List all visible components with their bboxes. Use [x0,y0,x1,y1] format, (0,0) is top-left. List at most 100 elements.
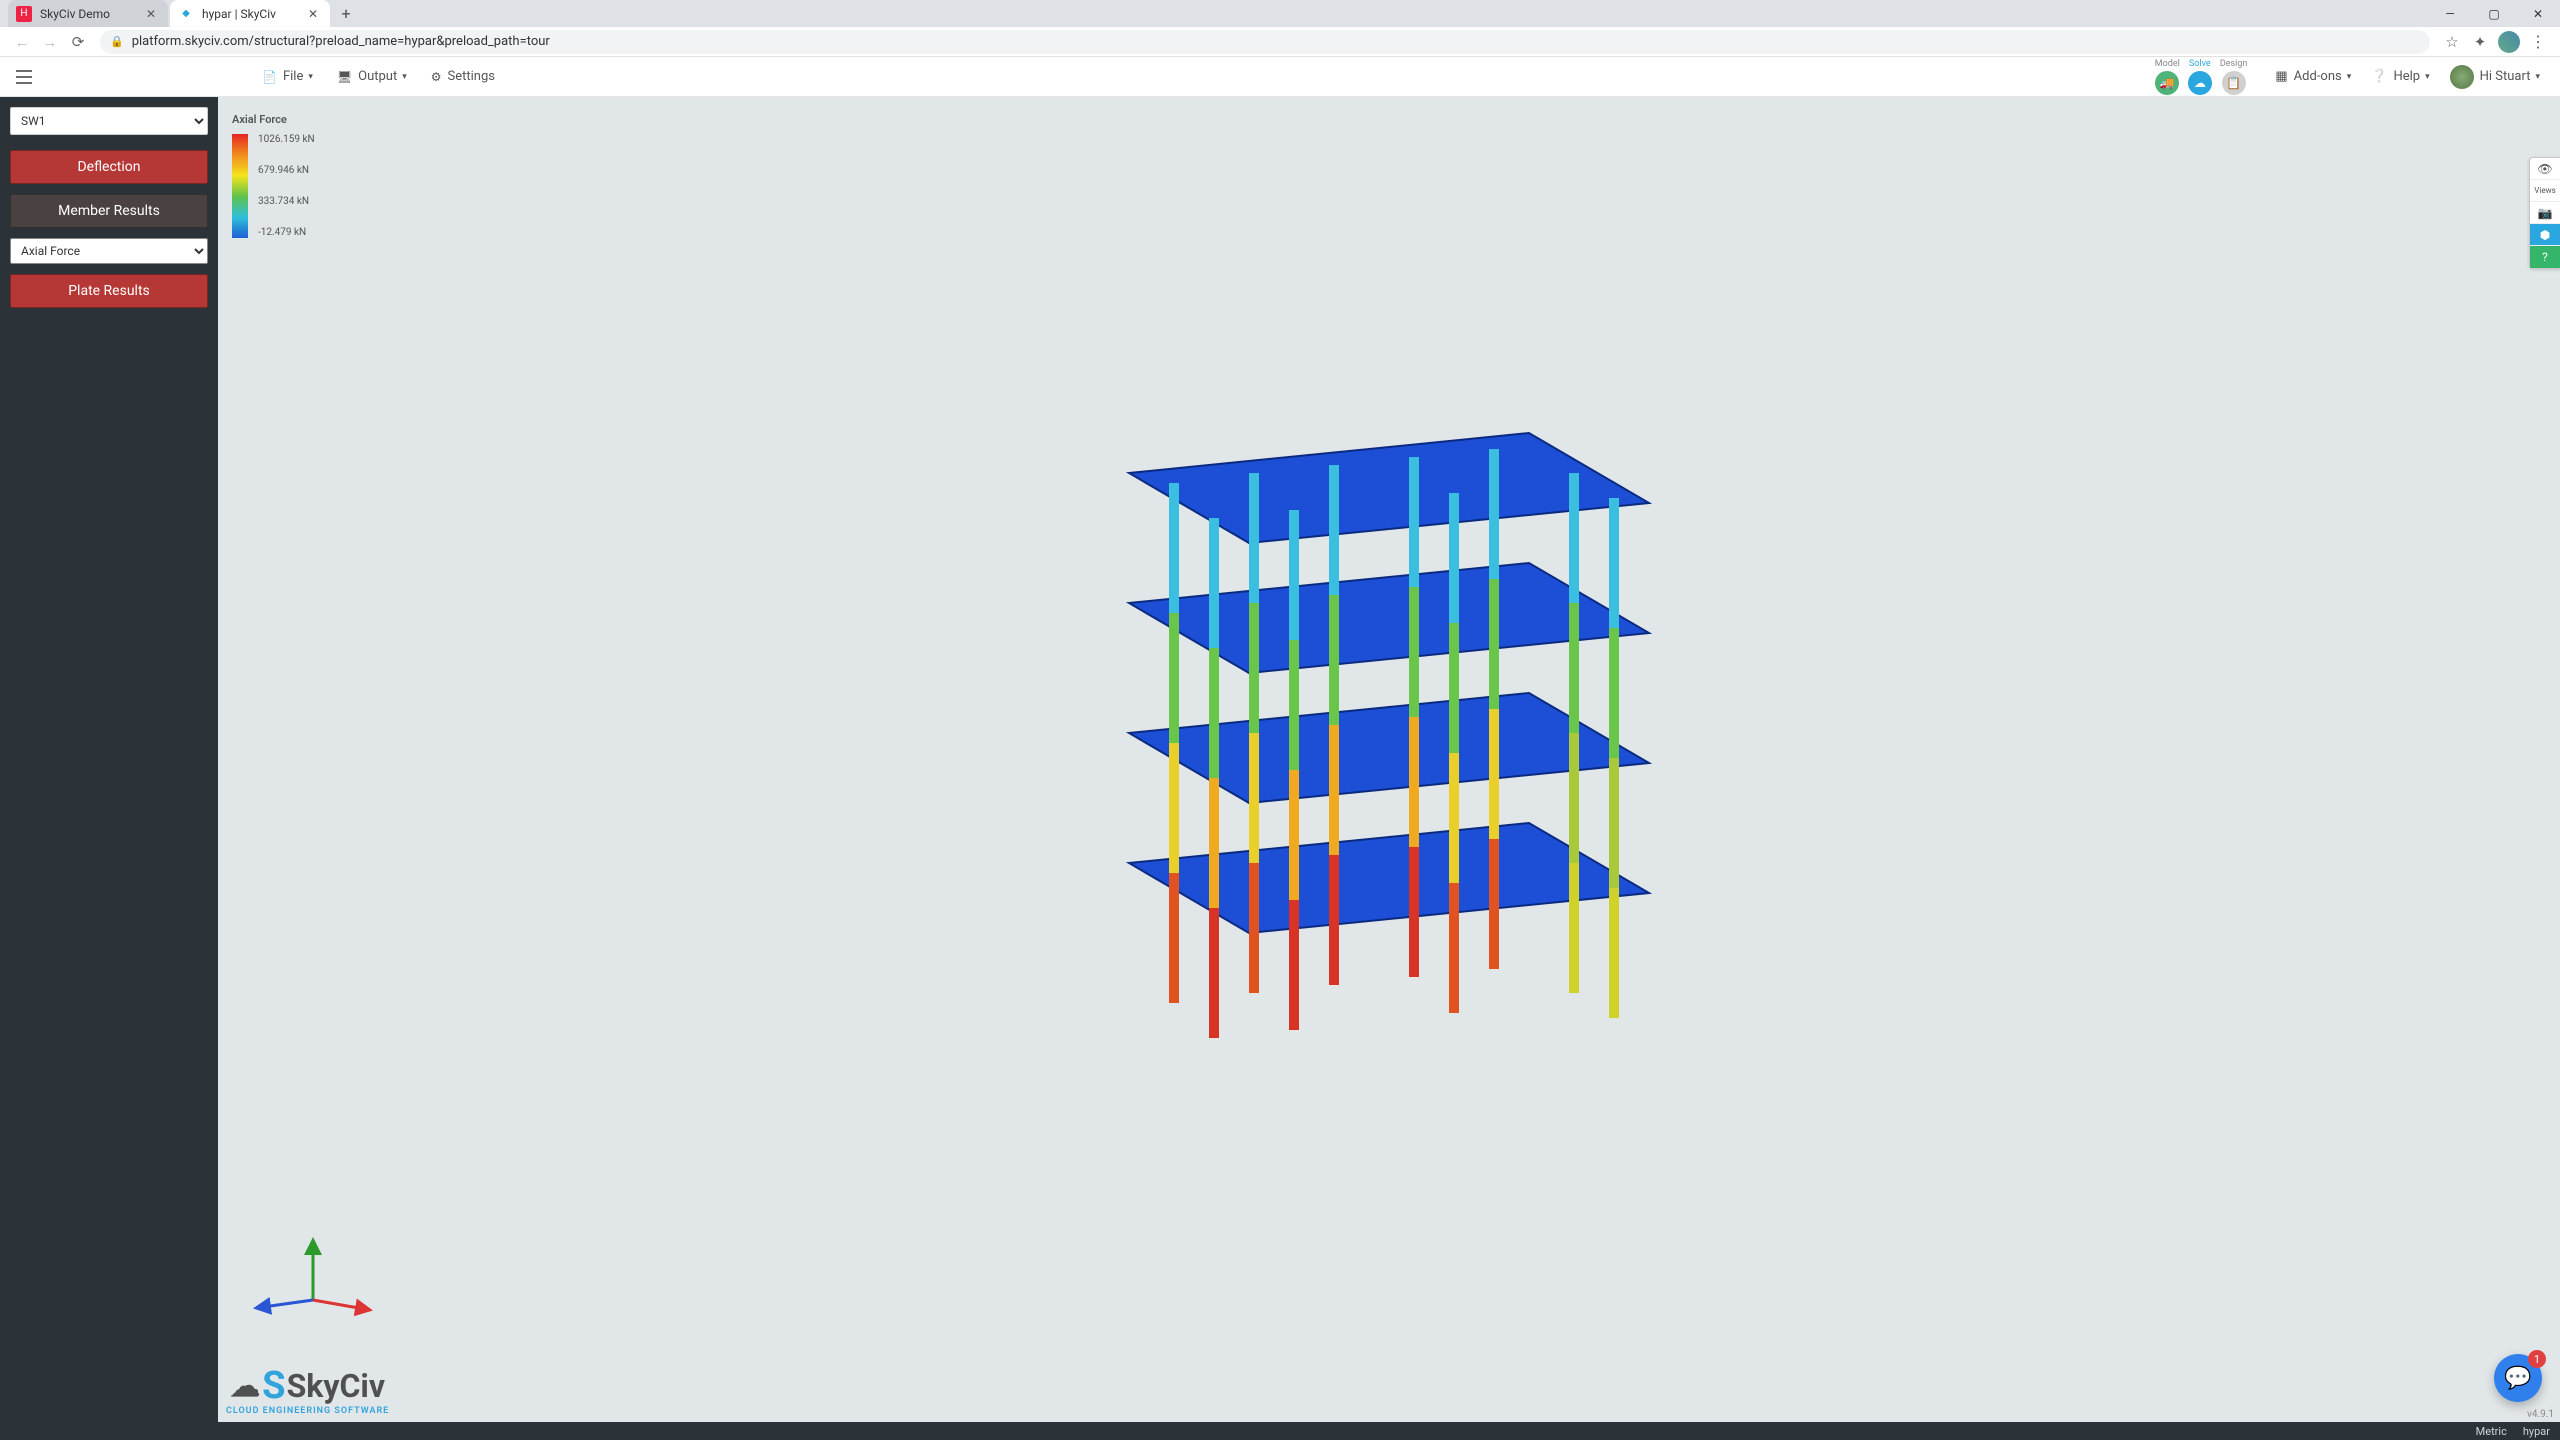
camera-icon: 📷 [2538,206,2553,220]
close-window-button[interactable]: ✕ [2516,0,2560,27]
legend-tick: -12.479 kN [258,227,315,238]
grid-icon: ▦ [2275,69,2287,84]
output-label: Output [358,69,397,84]
main-area: SW1 Deflection Member Results Axial Forc… [0,97,2560,1422]
maximize-button[interactable]: ▢ [2472,0,2516,27]
favicon-icon: ◆ [178,6,194,22]
legend-title: Axial Force [232,113,315,126]
logo-subtitle: CLOUD ENGINEERING SOFTWARE [226,1406,389,1416]
legend-tick: 679.946 kN [258,165,315,176]
units-toggle[interactable]: Metric [2476,1425,2507,1438]
url-field[interactable]: 🔒 platform.skyciv.com/structural?preload… [100,30,2430,54]
kebab-menu-icon[interactable]: ⋮ [2524,32,2552,51]
document-icon: 📋 [2222,71,2246,95]
screenshot-tool[interactable]: 📷 [2530,202,2560,224]
member-results-button[interactable]: Member Results [10,194,208,228]
browser-tab-inactive[interactable]: H SkyCiv Demo ✕ [8,0,168,27]
help-label: Help [2393,69,2420,84]
chat-icon: 💬 [2504,1366,2531,1391]
chevron-down-icon: ▾ [402,72,407,82]
addons-menu[interactable]: ▦ Add-ons ▾ [2265,63,2361,90]
file-menu[interactable]: 📄 File ▾ [250,63,325,90]
cloud-icon: ☁ [230,1369,260,1404]
minimize-button[interactable]: — [2428,0,2472,27]
axis-gizmo[interactable] [248,1232,378,1322]
browser-address-bar: ← → ⟳ 🔒 platform.skyciv.com/structural?p… [0,27,2560,57]
back-button[interactable]: ← [8,28,36,56]
color-legend: Axial Force 1026.159 kN 679.946 kN 333.7… [232,113,315,238]
legend-tick: 1026.159 kN [258,134,315,145]
chevron-down-icon: ▾ [2347,72,2352,82]
monitor-icon: 🖥 [337,70,352,84]
eye-icon: 👁 [2537,162,2552,176]
mode-switcher: Model 🚚 Solve ☁ Design 📋 [2151,59,2252,95]
app-toolbar: 📄 File ▾ 🖥 Output ▾ ⚙ Settings Model 🚚 S… [0,57,2560,97]
lock-icon: 🔒 [110,35,124,48]
legend-gradient [232,134,248,238]
sidebar-toggle-button[interactable] [10,63,38,91]
browser-right-icons: ☆ ✦ ⋮ [2438,28,2552,56]
window-controls: — ▢ ✕ [2428,0,2560,27]
user-menu[interactable]: Hi Stuart ▾ [2440,59,2550,95]
help-tool[interactable]: ? [2530,246,2560,268]
structural-model-render [1049,413,1729,1053]
profile-avatar[interactable] [2498,31,2520,53]
addons-label: Add-ons [2294,69,2342,84]
user-avatar [2450,65,2474,89]
plate-results-button[interactable]: Plate Results [10,274,208,308]
cube-icon: ⬢ [2540,228,2550,242]
cloud-icon: ☁ [2188,71,2212,95]
file-icon: 📄 [262,70,277,84]
tab-title: hypar | SkyCiv [202,7,300,21]
browser-tab-strip: H SkyCiv Demo ✕ ◆ hypar | SkyCiv ✕ + — ▢… [0,0,2560,27]
gear-icon: ⚙ [431,70,442,84]
result-type-select[interactable]: Axial Force [10,238,208,264]
url-text: platform.skyciv.com/structural?preload_n… [132,34,550,49]
mode-model[interactable]: Model 🚚 [2155,59,2180,95]
output-menu[interactable]: 🖥 Output ▾ [325,63,419,90]
toolbar-menu-left: 📄 File ▾ 🖥 Output ▾ ⚙ Settings [250,63,507,90]
settings-menu[interactable]: ⚙ Settings [419,63,507,90]
viewport-3d[interactable]: Axial Force 1026.159 kN 679.946 kN 333.7… [218,97,2560,1422]
tab-title: SkyCiv Demo [40,7,138,21]
visibility-tool[interactable]: 👁 [2530,158,2560,180]
toolbar-menu-right: ▦ Add-ons ▾ ❔ Help ▾ Hi Stuart ▾ [2265,59,2550,95]
extensions-icon[interactable]: ✦ [2466,28,2494,56]
user-greeting: Hi Stuart [2480,69,2531,84]
truck-icon: 🚚 [2155,71,2179,95]
legend-ticks: 1026.159 kN 679.946 kN 333.734 kN -12.47… [258,134,315,238]
favicon-icon: H [16,6,32,22]
chevron-down-icon: ▾ [2535,72,2540,82]
chevron-down-icon: ▾ [2425,72,2430,82]
star-icon[interactable]: ☆ [2438,28,2466,56]
logo-text: SkyCiv [287,1367,386,1405]
mode-design[interactable]: Design 📋 [2220,59,2248,95]
close-icon[interactable]: ✕ [144,7,158,21]
forward-button[interactable]: → [36,28,64,56]
file-label: File [283,69,303,84]
legend-tick: 333.734 kN [258,196,315,207]
skyciv-logo: ☁ SSkyCiv CLOUD ENGINEERING SOFTWARE [226,1364,389,1416]
chat-badge: 1 [2528,1350,2546,1368]
cube-tool[interactable]: ⬢ [2530,224,2560,246]
help-menu[interactable]: ❔ Help ▾ [2361,63,2439,90]
deflection-button[interactable]: Deflection [10,150,208,184]
load-case-select[interactable]: SW1 [10,107,208,135]
viewport-tools: 👁 Views 📷 ⬢ ? [2529,157,2560,269]
status-bar: Metric hypar [0,1422,2560,1440]
mode-solve[interactable]: Solve ☁ [2188,59,2212,95]
browser-tabs: H SkyCiv Demo ✕ ◆ hypar | SkyCiv ✕ + [0,0,360,27]
help-icon: ❔ [2371,69,2387,84]
chevron-down-icon: ▾ [308,72,313,82]
browser-tab-active[interactable]: ◆ hypar | SkyCiv ✕ [170,0,330,27]
new-tab-button[interactable]: + [332,0,360,27]
views-tool[interactable]: Views [2530,180,2560,202]
version-label: v4.9.1 [2527,1409,2554,1420]
close-icon[interactable]: ✕ [306,7,320,21]
project-name[interactable]: hypar [2523,1425,2550,1438]
reload-button[interactable]: ⟳ [64,28,92,56]
chat-button[interactable]: 💬 1 [2494,1354,2542,1402]
results-sidebar: SW1 Deflection Member Results Axial Forc… [0,97,218,1422]
settings-label: Settings [448,69,495,84]
question-icon: ? [2542,250,2548,264]
